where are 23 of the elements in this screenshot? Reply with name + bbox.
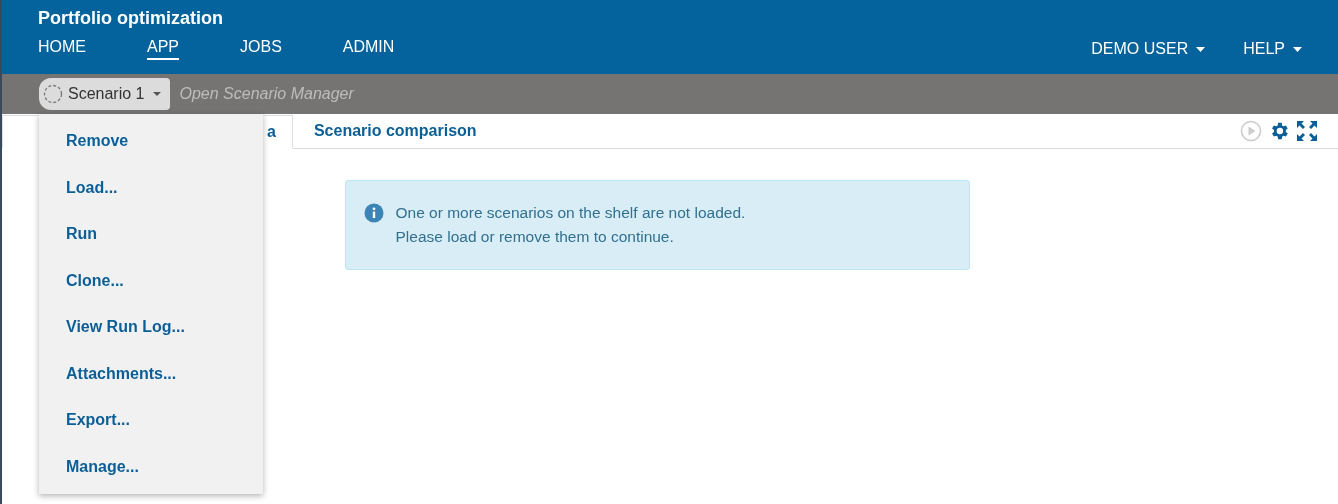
nav-link[interactable]: JOBS: [240, 38, 282, 60]
info-icon: [363, 203, 384, 223]
dashed-circle-icon: [43, 84, 63, 104]
menu-item[interactable]: Export...: [39, 397, 263, 444]
alert-message: One or more scenarios on the shelf are not loaded. Please load or remove them to continue.: [395, 203, 746, 247]
scenario-dropdown[interactable]: Scenario 1: [39, 78, 170, 110]
menu-item[interactable]: View Run Log...: [39, 304, 263, 351]
menu-item[interactable]: Remove: [39, 118, 263, 165]
nav-link[interactable]: HOME: [38, 38, 86, 60]
menu-item[interactable]: Attachments...: [39, 350, 263, 397]
fullscreen-icon[interactable]: [1296, 120, 1318, 142]
menu-item[interactable]: Run: [39, 211, 263, 258]
nav-dropdown[interactable]: HELP: [1243, 40, 1302, 58]
caret-icon: [1196, 46, 1206, 52]
app-title: Portfolio optimization: [38, 8, 224, 29]
caret-icon: [1293, 46, 1302, 52]
menu-item[interactable]: Load...: [39, 164, 263, 211]
menu-item[interactable]: Manage...: [39, 443, 263, 490]
nav-dropdown[interactable]: DEMO USER: [1091, 40, 1206, 58]
menu-item[interactable]: Clone...: [39, 257, 263, 304]
tab[interactable]: Scenario comparison: [292, 114, 498, 148]
nav-link[interactable]: APP: [147, 38, 179, 60]
nav-link[interactable]: ADMIN: [342, 38, 395, 60]
